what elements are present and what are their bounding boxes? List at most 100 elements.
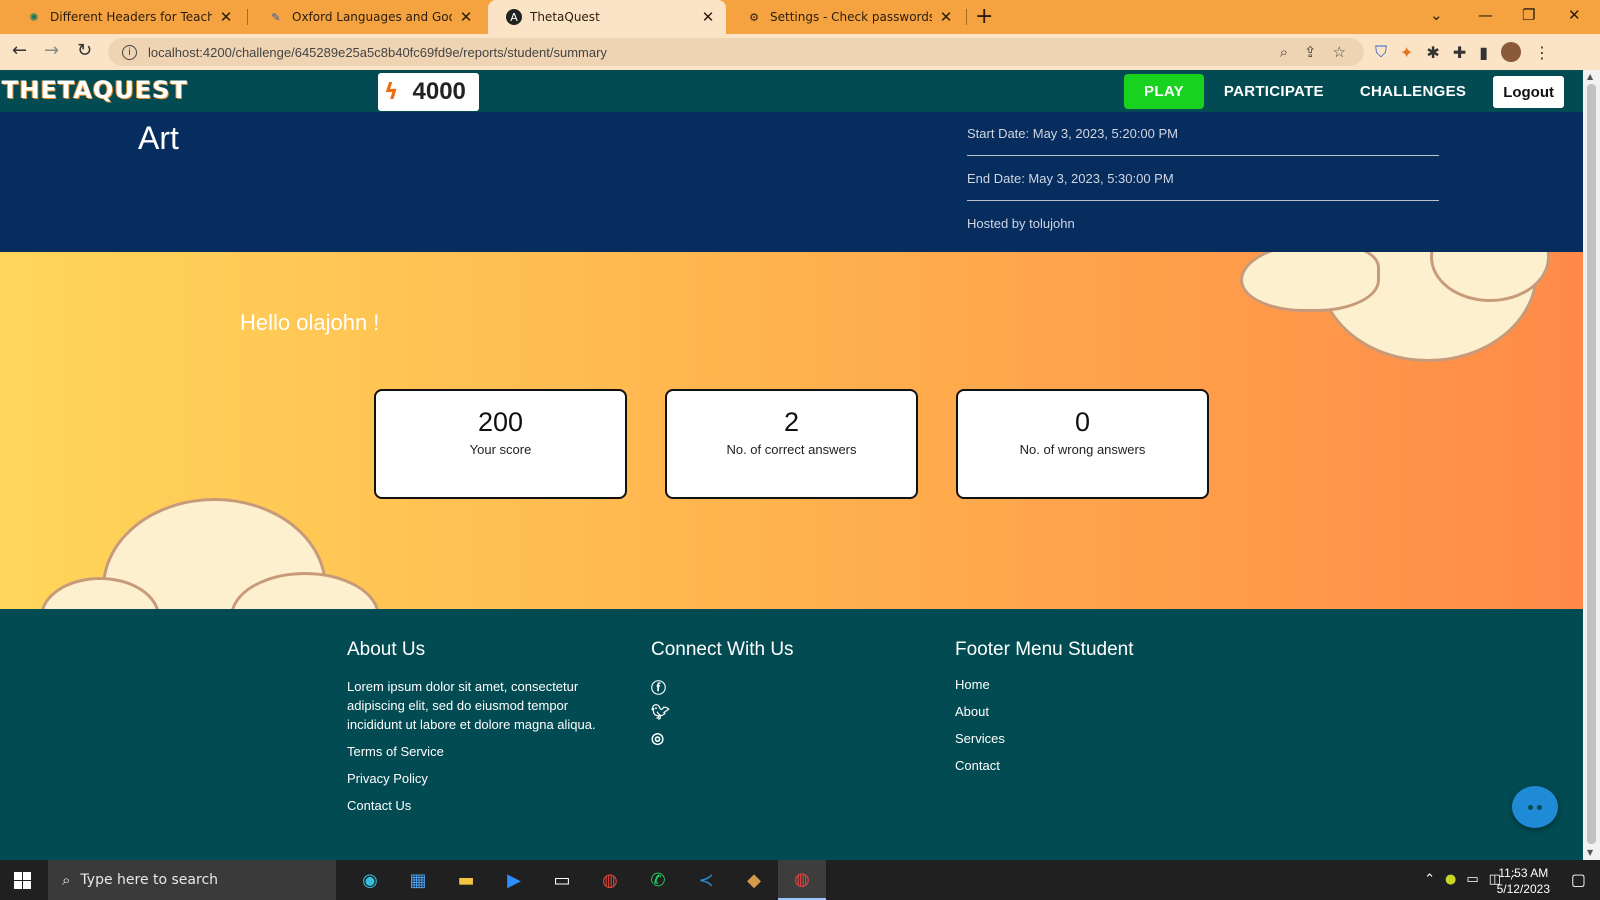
close-icon[interactable]: ✕ (218, 8, 234, 26)
zoom-app-icon[interactable]: ▶ (490, 860, 538, 900)
extension-icon[interactable]: ✱ (1426, 43, 1439, 62)
chat-bubble-icon[interactable] (1512, 786, 1558, 828)
info-icon[interactable]: i (122, 44, 137, 60)
store-icon[interactable]: ▦ (394, 860, 442, 900)
scroll-up-icon[interactable]: ▲ (1587, 72, 1593, 81)
zoom-icon[interactable]: ⌕ (1280, 43, 1288, 61)
taskbar-apps: ◉ ▦ ▬ ▶ ▭ ◍ ✆ ≺ ◆ ◍ (346, 860, 826, 900)
contact-us-link[interactable]: Contact Us (347, 798, 617, 816)
challenge-header: Art Start Date: May 3, 2023, 5:20:00 PM … (0, 112, 1583, 252)
nav-links: PLAY PARTICIPATE CHALLENGES Logout (1124, 74, 1565, 109)
chrome-active-icon[interactable]: ◍ (778, 860, 826, 900)
footer-home-link[interactable]: Home (955, 677, 1225, 695)
tab-title: Different Headers for Teachers ar (50, 10, 212, 24)
challenge-title: Art (138, 120, 179, 156)
taskbar-search[interactable]: ⌕ Type here to search (48, 860, 336, 900)
whatsapp-icon[interactable]: ✆ (634, 860, 682, 900)
extension-icons: ⛉ ✦ ✱ ✚ ▮ ⋮ (1375, 42, 1550, 62)
footer-connect: Connect With Us ⓕ 🐦︎ ◎ (651, 639, 921, 755)
url-text: localhost:4200/challenge/645289e25a5c8b4… (148, 44, 607, 60)
forward-arrow-icon[interactable]: → (44, 40, 59, 61)
score-card: 200 Your score (374, 389, 627, 499)
coin-icon: ϟ (384, 79, 399, 105)
browser-tab[interactable]: ⚙ Settings - Check passwords ✕ (728, 0, 964, 34)
participate-link[interactable]: PARTICIPATE (1206, 83, 1342, 100)
facebook-icon[interactable]: ⓕ (651, 677, 921, 703)
footer-heading: About Us (347, 639, 426, 660)
coin-value: 4000 (412, 78, 466, 105)
twitter-icon[interactable]: 🐦︎ (651, 703, 921, 729)
vscode-icon[interactable]: ≺ (682, 860, 730, 900)
restore-icon[interactable]: ❐ (1522, 6, 1535, 24)
wrong-answers-card: 0 No. of wrong answers (956, 389, 1209, 499)
correct-answers-value: 2 (783, 407, 800, 437)
window-close-icon[interactable]: ✕ (1568, 6, 1581, 24)
cloud-decoration (1240, 252, 1380, 312)
scroll-down-icon[interactable]: ▼ (1587, 848, 1593, 857)
side-panel-icon[interactable]: ▮ (1479, 43, 1488, 62)
windows-start-icon[interactable] (14, 872, 31, 889)
start-date: Start Date: May 3, 2023, 5:20:00 PM (967, 126, 1179, 141)
share-icon[interactable]: ⇪ (1304, 43, 1317, 61)
back-arrow-icon[interactable]: ← (12, 40, 27, 61)
taskbar-clock[interactable]: 11:53 AM 5/12/2023 (1497, 865, 1550, 897)
gear-icon: ⚙ (749, 10, 759, 24)
browser-tab[interactable]: ✎ Oxford Languages and Google - ✕ (250, 0, 484, 34)
profile-avatar[interactable] (1501, 42, 1522, 62)
omnibox-actions: ⌕ ⇪ ☆ (1280, 43, 1346, 61)
angular-icon: A (506, 9, 522, 25)
terminal-icon[interactable]: ▭ (538, 860, 586, 900)
menu-kebab-icon[interactable]: ⋮ (1534, 43, 1550, 62)
greeting-text: Hello olajohn ! (240, 310, 380, 335)
brand-logo[interactable]: THETAQUEST (2, 76, 188, 104)
terms-link[interactable]: Terms of Service (347, 744, 617, 762)
bookmark-star-icon[interactable]: ☆ (1333, 43, 1346, 61)
footer-contact-link[interactable]: Contact (955, 758, 1225, 776)
challenges-link[interactable]: CHALLENGES (1342, 83, 1484, 100)
wrong-answers-label: No. of wrong answers (1019, 442, 1146, 457)
battery-icon[interactable]: ▭ (1466, 872, 1478, 887)
play-button[interactable]: PLAY (1124, 74, 1204, 109)
scrollbar-thumb[interactable] (1587, 84, 1596, 844)
reload-icon[interactable]: ↻ (77, 40, 92, 61)
browser-tab[interactable]: ✺ Different Headers for Teachers ar ✕ (8, 0, 244, 34)
minimize-icon[interactable]: — (1478, 6, 1493, 24)
score-value: 200 (477, 407, 524, 437)
tab-title: Oxford Languages and Google - (292, 10, 452, 24)
chrome-icon[interactable]: ◍ (586, 860, 634, 900)
instagram-icon[interactable]: ◎ (651, 729, 921, 755)
tab-title: ThetaQuest (530, 10, 600, 24)
site-footer: About Us Lorem ipsum dolor sit amet, con… (0, 609, 1583, 860)
address-bar[interactable]: i localhost:4200/challenge/645289e25a5c8… (108, 38, 1364, 66)
page-scrollbar[interactable]: ▲ ▼ (1583, 70, 1600, 860)
score-label: Your score (469, 442, 532, 457)
openai-icon: ✺ (29, 10, 39, 24)
edge-icon[interactable]: ◉ (346, 860, 394, 900)
footer-services-link[interactable]: Services (955, 731, 1225, 749)
tray-app-icon[interactable]: ● (1445, 872, 1456, 887)
shield-extension-icon[interactable]: ⛉ (1375, 42, 1387, 62)
browser-tab-active[interactable]: A ThetaQuest ✕ (488, 0, 726, 34)
file-explorer-icon[interactable]: ▬ (442, 860, 490, 900)
tray-overflow-icon[interactable]: ⌃ (1424, 872, 1435, 887)
close-icon[interactable]: ✕ (700, 8, 716, 26)
tab-search-icon[interactable]: ⌄ (1430, 6, 1443, 24)
package-icon[interactable]: ◆ (730, 860, 778, 900)
footer-heading: Footer Menu Student (955, 639, 1134, 660)
search-icon: ⌕ (62, 871, 71, 889)
close-icon[interactable]: ✕ (938, 8, 954, 26)
close-icon[interactable]: ✕ (458, 8, 474, 26)
footer-about-link[interactable]: About (955, 704, 1225, 722)
logout-button[interactable]: Logout (1492, 74, 1565, 109)
new-tab-button[interactable]: + (975, 4, 993, 29)
windows-taskbar: ⌕ Type here to search ◉ ▦ ▬ ▶ ▭ ◍ ✆ ≺ ◆ … (0, 860, 1600, 900)
clock-date: 5/12/2023 (1496, 882, 1550, 896)
notification-icon[interactable]: ▢ (1571, 870, 1586, 889)
metamask-extension-icon[interactable]: ✦ (1400, 43, 1413, 62)
page-viewport: THETAQUEST ϟ 4000 PLAY PARTICIPATE CHALL… (0, 70, 1583, 860)
puzzle-extensions-icon[interactable]: ✚ (1453, 43, 1466, 62)
footer-heading: Connect With Us (651, 639, 794, 660)
app-navbar: THETAQUEST ϟ 4000 PLAY PARTICIPATE CHALL… (0, 70, 1583, 112)
privacy-link[interactable]: Privacy Policy (347, 771, 617, 789)
browser-tab-strip: ✺ Different Headers for Teachers ar ✕ ✎ … (0, 0, 1600, 34)
